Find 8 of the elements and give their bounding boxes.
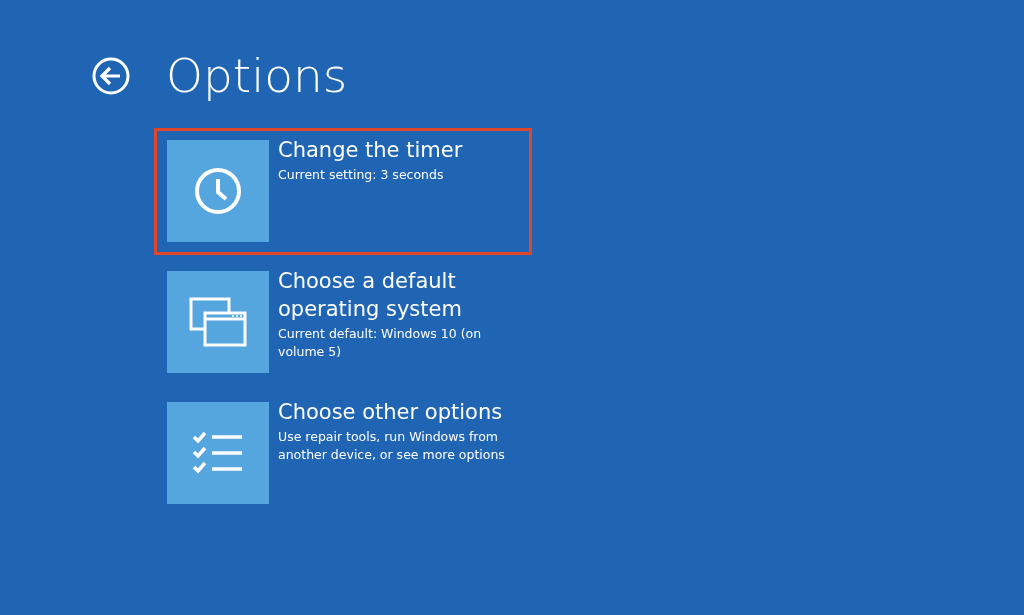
option-button[interactable]: Choose a default operating system Current default: Windows 10 (on volume 5) bbox=[154, 259, 532, 386]
page-title: Options bbox=[166, 47, 348, 105]
checklist-icon bbox=[192, 431, 244, 475]
clock-icon bbox=[194, 167, 242, 215]
back-icon[interactable] bbox=[92, 57, 130, 95]
option-button[interactable]: Choose other options Use repair tools, run Windows from another device, or see more options bbox=[154, 390, 532, 517]
windows-icon bbox=[189, 297, 247, 347]
option-button[interactable]: Change the timer Current setting: 3 seconds bbox=[154, 128, 532, 255]
